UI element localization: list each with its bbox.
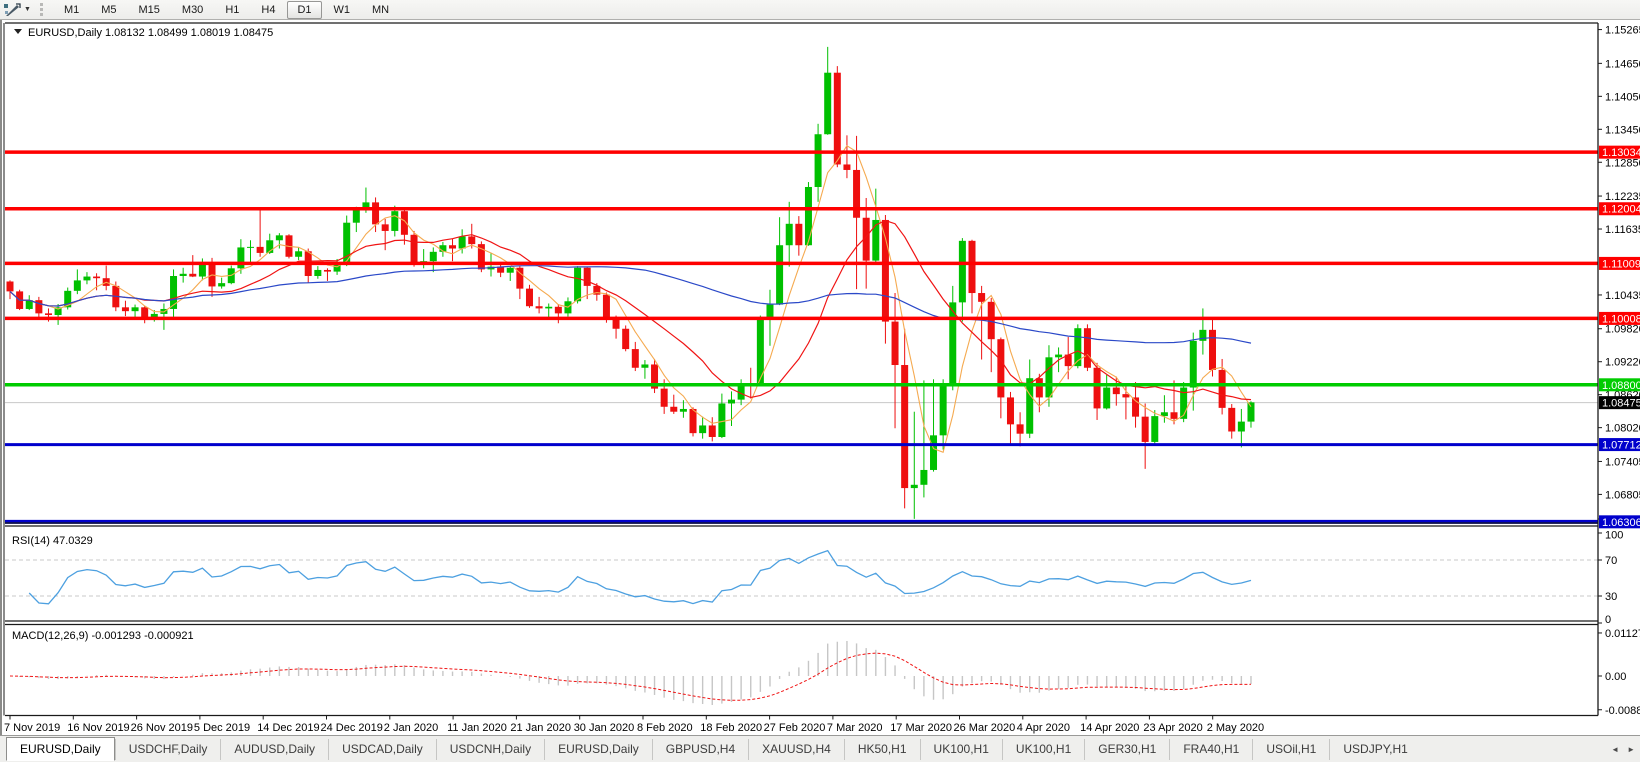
chart-tab-fra40-h1[interactable]: FRA40,H1 xyxy=(1169,739,1252,760)
chevron-down-icon[interactable] xyxy=(14,29,22,34)
timeframe-button-h1[interactable]: H1 xyxy=(215,1,249,19)
timeframe-button-m30[interactable]: M30 xyxy=(172,1,213,19)
rsi-line xyxy=(29,551,1251,604)
price-tick-label: 1.15265 xyxy=(1605,25,1640,37)
chart-tab-eurusd-daily[interactable]: EURUSD,Daily xyxy=(6,737,115,761)
date-tick-label: 14 Dec 2019 xyxy=(257,722,319,734)
rsi-label: RSI(14) 47.0329 xyxy=(12,535,93,547)
rsi-panel: RSI(14) 47.0329 xyxy=(5,535,1598,604)
rsi-tick-label: 30 xyxy=(1605,591,1617,603)
macd-tick-label: -0.008845 xyxy=(1605,705,1640,717)
chart-tab-usoil-h1[interactable]: USOil,H1 xyxy=(1252,739,1329,760)
price-tick-label: 1.12235 xyxy=(1605,191,1640,203)
price-label-text: 1.12004 xyxy=(1602,204,1640,216)
timeframe-button-m5[interactable]: M5 xyxy=(91,1,126,19)
timeframe-button-m1[interactable]: M1 xyxy=(54,1,89,19)
timeframe-button-w1[interactable]: W1 xyxy=(324,1,361,19)
price-tick-label: 1.08020 xyxy=(1605,423,1640,435)
price-label-text: 1.13034 xyxy=(1602,147,1640,159)
chart-tab-audusd-daily[interactable]: AUDUSD,Daily xyxy=(220,739,328,760)
price-tick-label: 1.10435 xyxy=(1605,290,1640,302)
chart-tab-uk100-h1[interactable]: UK100,H1 xyxy=(1002,739,1084,760)
date-tick-label: 7 Mar 2020 xyxy=(827,722,883,734)
toolbar-grip[interactable] xyxy=(40,3,46,16)
date-tick-label: 14 Apr 2020 xyxy=(1080,722,1139,734)
price-tick-label: 1.07405 xyxy=(1605,456,1640,468)
price-label-text: 1.07712 xyxy=(1602,440,1640,452)
date-tick-label: 2 Jan 2020 xyxy=(384,722,438,734)
chart-tab-bar: EURUSD,DailyUSDCHF,DailyAUDUSD,DailyUSDC… xyxy=(0,735,1640,762)
price-tick-label: 1.13450 xyxy=(1605,124,1640,136)
price-label-text: 1.11009 xyxy=(1602,258,1640,270)
date-tick-label: 18 Feb 2020 xyxy=(700,722,762,734)
timeframe-button-d1[interactable]: D1 xyxy=(287,1,321,19)
price-tick-label: 1.14650 xyxy=(1605,58,1640,70)
macd-histogram xyxy=(10,641,1251,705)
ma-line-14[interactable] xyxy=(10,221,1251,400)
timeframe-toolbar: ▼ M1M5M15M30H1H4D1W1MN xyxy=(0,0,1640,20)
chart-tab-usdchf-daily[interactable]: USDCHF,Daily xyxy=(115,739,221,760)
chart-tab-gbpusd-h4[interactable]: GBPUSD,H4 xyxy=(652,739,748,760)
timeframe-button-m15[interactable]: M15 xyxy=(129,1,170,19)
chart-tab-eurusd-daily[interactable]: EURUSD,Daily xyxy=(544,739,652,760)
date-tick-label: 23 Apr 2020 xyxy=(1143,722,1202,734)
date-tick-label: 2 May 2020 xyxy=(1207,722,1264,734)
timeframe-button-h4[interactable]: H4 xyxy=(251,1,285,19)
price-label-text: 1.06306 xyxy=(1602,517,1640,529)
chart-tab-usdcad-daily[interactable]: USDCAD,Daily xyxy=(328,739,436,760)
price-label-text: 1.10008 xyxy=(1602,313,1640,325)
chart-tab-usdcnh-daily[interactable]: USDCNH,Daily xyxy=(436,739,544,760)
rsi-tick-label: 70 xyxy=(1605,555,1617,567)
date-tick-label: 4 Apr 2020 xyxy=(1017,722,1070,734)
tab-scroll-left-icon[interactable]: ◄ xyxy=(1611,745,1619,754)
price-tick-label: 1.09820 xyxy=(1605,324,1640,336)
date-tick-label: 27 Feb 2020 xyxy=(764,722,826,734)
date-tick-label: 8 Feb 2020 xyxy=(637,722,693,734)
price-tick-label: 1.11635 xyxy=(1605,224,1640,236)
chart-tool-button[interactable]: ▼ xyxy=(0,3,34,17)
date-tick-label: 16 Nov 2019 xyxy=(67,722,129,734)
price-label-text: 1.08475 xyxy=(1602,398,1640,410)
price-tick-label: 1.09220 xyxy=(1605,357,1640,369)
price-tick-label: 1.14050 xyxy=(1605,91,1640,103)
axes: 1.152651.146501.140501.134501.128501.122… xyxy=(4,23,1640,734)
rsi-tick-label: 0 xyxy=(1605,614,1611,626)
chart-tab-hk50-h1[interactable]: HK50,H1 xyxy=(844,739,920,760)
macd-label: MACD(12,26,9) -0.001293 -0.000921 xyxy=(12,630,194,642)
rsi-tick-label: 100 xyxy=(1605,530,1623,542)
macd-tick-label: 0.00 xyxy=(1605,671,1626,683)
macd-tick-label: 0.011277 xyxy=(1605,628,1640,640)
date-tick-label: 26 Nov 2019 xyxy=(131,722,193,734)
chart-title-ohlc: EURUSD,Daily 1.08132 1.08499 1.08019 1.0… xyxy=(28,27,273,39)
ma-line-5[interactable] xyxy=(10,146,1251,453)
date-tick-label: 17 Mar 2020 xyxy=(890,722,952,734)
candles-layer xyxy=(7,47,1255,519)
price-chart[interactable]: EURUSD,Daily 1.08132 1.08499 1.08019 1.0… xyxy=(2,20,1640,735)
date-tick-label: 7 Nov 2019 xyxy=(4,722,60,734)
chart-tab-uk100-h1[interactable]: UK100,H1 xyxy=(920,739,1002,760)
price-label-text: 1.08800 xyxy=(1602,380,1640,392)
chart-tool-icon xyxy=(3,3,21,17)
chart-tab-xauusd-h4[interactable]: XAUUSD,H4 xyxy=(748,739,844,760)
chart-window: EURUSD,Daily 1.08132 1.08499 1.08019 1.0… xyxy=(0,20,1640,735)
date-tick-label: 11 Jan 2020 xyxy=(447,722,507,734)
chart-tab-usdjpy-h1[interactable]: USDJPY,H1 xyxy=(1329,739,1420,760)
chevron-down-icon: ▼ xyxy=(24,6,31,13)
chart-tab-ger30-h1[interactable]: GER30,H1 xyxy=(1084,739,1169,760)
macd-panel: MACD(12,26,9) -0.001293 -0.000921 xyxy=(10,630,1251,705)
timeframe-button-mn[interactable]: MN xyxy=(362,1,399,19)
macd-signal-line xyxy=(10,653,1251,700)
date-tick-label: 26 Mar 2020 xyxy=(954,722,1016,734)
date-tick-label: 21 Jan 2020 xyxy=(510,722,571,734)
date-tick-label: 5 Dec 2019 xyxy=(194,722,250,734)
main-price-panel: EURUSD,Daily 1.08132 1.08499 1.08019 1.0… xyxy=(5,27,1598,522)
tab-scroll-right-icon[interactable]: ► xyxy=(1627,745,1635,754)
price-tick-label: 1.06805 xyxy=(1605,489,1640,501)
date-tick-label: 30 Jan 2020 xyxy=(574,722,635,734)
date-tick-label: 24 Dec 2019 xyxy=(321,722,383,734)
